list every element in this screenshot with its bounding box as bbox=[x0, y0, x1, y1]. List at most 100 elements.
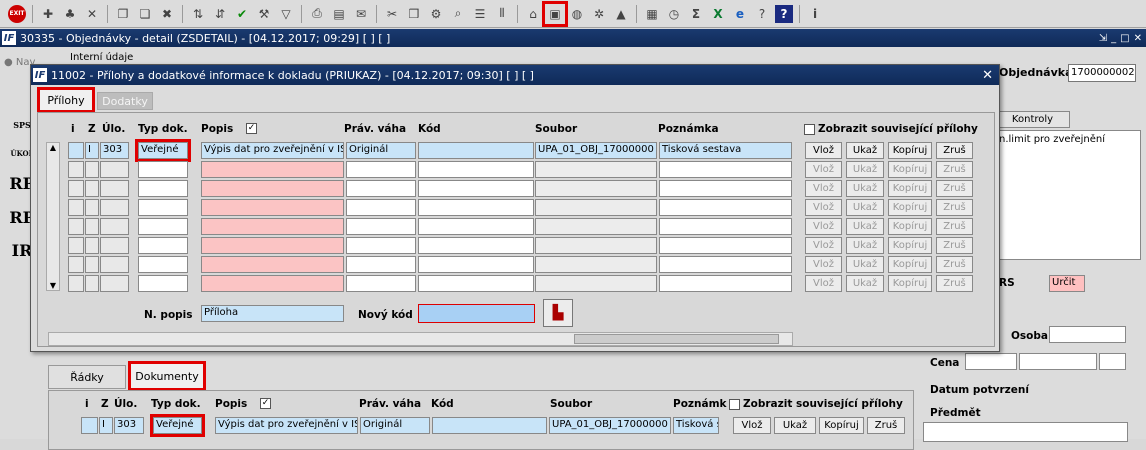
help-icon[interactable]: ? bbox=[753, 5, 771, 23]
close-icon[interactable]: ✕ bbox=[982, 68, 993, 83]
vloz-button[interactable]: Vlož bbox=[733, 417, 771, 434]
vloz-button[interactable]: Vlož bbox=[805, 218, 842, 235]
zrus-button[interactable]: Zruš bbox=[936, 218, 973, 235]
n-popis-input[interactable]: Příloha bbox=[201, 305, 344, 322]
popis-checkbox[interactable]: ✓ bbox=[246, 123, 257, 134]
row-popis[interactable] bbox=[201, 180, 344, 197]
zrus-button[interactable]: Zruš bbox=[936, 199, 973, 216]
row-kod[interactable] bbox=[418, 237, 534, 254]
wrench-icon[interactable]: ⚒ bbox=[255, 5, 273, 23]
row-kod[interactable] bbox=[418, 275, 534, 292]
row-poznamka[interactable] bbox=[659, 161, 792, 178]
cena-input[interactable] bbox=[965, 353, 1017, 370]
row-typ-dok[interactable] bbox=[138, 256, 188, 273]
row-kod[interactable] bbox=[418, 218, 534, 235]
new-icon[interactable]: ✚ bbox=[39, 5, 57, 23]
row-soubor[interactable] bbox=[535, 256, 657, 273]
kopiruj-button[interactable]: Kopíruj bbox=[888, 218, 932, 235]
row-i[interactable] bbox=[68, 256, 84, 273]
check-icon[interactable]: ✔ bbox=[233, 5, 251, 23]
row-typ-dok[interactable] bbox=[138, 218, 188, 235]
row-prav-vaha[interactable] bbox=[346, 256, 416, 273]
row-i[interactable] bbox=[81, 417, 98, 434]
ukaz-button[interactable]: Ukaž bbox=[846, 218, 884, 235]
import-icon[interactable]: ▙ bbox=[543, 299, 573, 327]
row-ulo[interactable] bbox=[100, 256, 129, 273]
row-prav-vaha[interactable]: Originál bbox=[360, 417, 430, 434]
row-z[interactable] bbox=[85, 180, 99, 197]
copy-icon[interactable]: ❏ bbox=[136, 5, 154, 23]
ukaz-button[interactable]: Ukaž bbox=[846, 237, 884, 254]
row-kod[interactable] bbox=[418, 256, 534, 273]
row-z[interactable] bbox=[85, 275, 99, 292]
row-z[interactable] bbox=[85, 256, 99, 273]
row-i[interactable] bbox=[68, 199, 84, 216]
vloz-button[interactable]: Vlož bbox=[805, 180, 842, 197]
row-popis[interactable] bbox=[201, 237, 344, 254]
row-soubor[interactable] bbox=[535, 237, 657, 254]
row-poznamka[interactable] bbox=[659, 256, 792, 273]
row-i[interactable] bbox=[68, 275, 84, 292]
kopiruj-button[interactable]: Kopíruj bbox=[888, 142, 932, 159]
row-i[interactable] bbox=[68, 180, 84, 197]
restore-icon[interactable]: ⇲ bbox=[1099, 33, 1107, 44]
info-icon[interactable]: i bbox=[806, 5, 824, 23]
maximize-icon[interactable]: □ bbox=[1120, 33, 1129, 44]
row-i[interactable] bbox=[68, 142, 84, 159]
info-icon[interactable]: ? bbox=[775, 4, 793, 23]
row-ulo[interactable] bbox=[100, 180, 129, 197]
zobrazit-checkbox[interactable] bbox=[729, 399, 740, 410]
predmet-input[interactable] bbox=[923, 422, 1128, 442]
find-icon[interactable]: ⌕ bbox=[449, 5, 467, 23]
kopiruj-button[interactable]: Kopíruj bbox=[888, 180, 932, 197]
popis-checkbox[interactable]: ✓ bbox=[260, 398, 271, 409]
row-poznamka[interactable] bbox=[659, 275, 792, 292]
row-prav-vaha[interactable] bbox=[346, 275, 416, 292]
scroll-thumb[interactable] bbox=[574, 334, 779, 344]
zrus-button[interactable]: Zruš bbox=[936, 237, 973, 254]
columns-icon[interactable]: ⦀ bbox=[493, 5, 511, 23]
tab-kontroly[interactable]: Kontroly bbox=[995, 111, 1070, 128]
row-soubor[interactable]: UPA_01_OBJ_17000000 bbox=[549, 417, 671, 434]
row-soubor[interactable] bbox=[535, 275, 657, 292]
delete-icon[interactable]: ✖ bbox=[158, 5, 176, 23]
vloz-button[interactable]: Vlož bbox=[805, 199, 842, 216]
sort-icon[interactable]: ⇵ bbox=[211, 5, 229, 23]
cena-input[interactable] bbox=[1019, 353, 1097, 370]
vloz-button[interactable]: Vlož bbox=[805, 275, 842, 292]
tool-icon[interactable]: ⚙ bbox=[427, 5, 445, 23]
cena-input[interactable] bbox=[1099, 353, 1126, 370]
ukaz-button[interactable]: Ukaž bbox=[846, 199, 884, 216]
row-poznamka[interactable] bbox=[659, 218, 792, 235]
row-ulo[interactable] bbox=[100, 218, 129, 235]
kopiruj-button[interactable]: Kopíruj bbox=[888, 237, 932, 254]
row-popis[interactable] bbox=[201, 256, 344, 273]
desk-icon[interactable]: ⌂ bbox=[524, 5, 542, 23]
ukaz-button[interactable]: Ukaž bbox=[846, 275, 884, 292]
print-icon[interactable]: ⎙ bbox=[308, 5, 326, 23]
ukaz-button[interactable]: Ukaž bbox=[774, 417, 816, 434]
excel-icon[interactable]: X bbox=[709, 5, 727, 23]
ukaz-button[interactable]: Ukaž bbox=[846, 256, 884, 273]
attachment-icon[interactable]: ▣ bbox=[542, 0, 568, 27]
disabled-icon[interactable]: ✕ bbox=[83, 5, 101, 23]
sort-icon[interactable]: ⇅ bbox=[189, 5, 207, 23]
row-ulo[interactable] bbox=[100, 199, 129, 216]
zobrazit-checkbox[interactable] bbox=[804, 124, 815, 135]
row-ulo[interactable] bbox=[100, 237, 129, 254]
kopiruj-button[interactable]: Kopíruj bbox=[819, 417, 864, 434]
vloz-button[interactable]: Vlož bbox=[805, 237, 842, 254]
ukaz-button[interactable]: Ukaž bbox=[846, 180, 884, 197]
row-kod[interactable] bbox=[418, 161, 534, 178]
row-kod[interactable] bbox=[432, 417, 547, 434]
vloz-button[interactable]: Vlož bbox=[805, 142, 842, 159]
row-soubor[interactable]: UPA_01_OBJ_17000000 bbox=[535, 142, 657, 159]
row-poznamka[interactable] bbox=[659, 237, 792, 254]
ie-icon[interactable]: e bbox=[731, 5, 749, 23]
row-typ-dok[interactable] bbox=[138, 237, 188, 254]
novy-kod-input[interactable] bbox=[418, 304, 535, 323]
zrus-button[interactable]: Zruš bbox=[936, 275, 973, 292]
vertical-scrollbar[interactable]: ▲ ▼ bbox=[46, 142, 60, 291]
mountain-icon[interactable]: ▲ bbox=[612, 5, 630, 23]
tab-dokumenty[interactable]: Dokumenty bbox=[128, 361, 206, 391]
